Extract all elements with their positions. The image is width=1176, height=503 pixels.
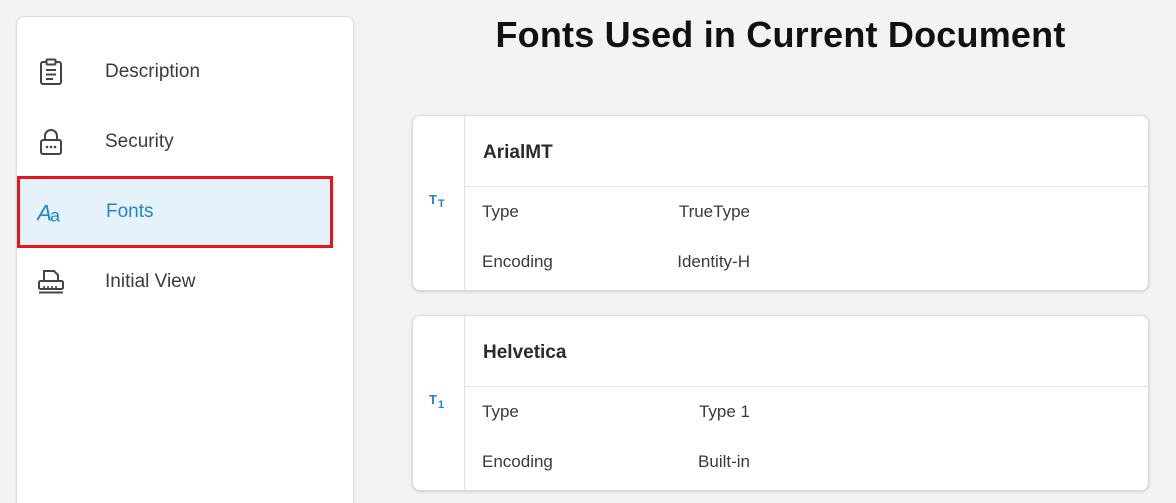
printer-icon [37, 268, 65, 296]
font-encoding-value: Built-in [698, 452, 750, 471]
truetype-icon: T T [427, 191, 451, 216]
sidebar-item-label: Description [105, 61, 201, 82]
font-card-arialmt: T T ArialMT Type TrueType Encoding Ident… [412, 115, 1149, 291]
svg-text:T: T [429, 192, 437, 207]
svg-text:T: T [429, 392, 437, 407]
card-gutter: T T [413, 116, 465, 290]
clipboard-icon [37, 58, 65, 86]
svg-text:1: 1 [438, 399, 444, 411]
svg-text:a: a [50, 205, 60, 225]
font-name: Helvetica [483, 342, 567, 363]
lock-icon [37, 128, 65, 156]
page-title: Fonts Used in Current Document [495, 14, 1066, 55]
font-type-value: Type 1 [698, 402, 750, 421]
sidebar-item-fonts[interactable]: A a Fonts [17, 176, 333, 248]
font-encoding-label: Encoding [482, 252, 553, 271]
font-encoding-label: Encoding [482, 452, 553, 471]
sidebar-item-description[interactable]: Description [17, 37, 333, 107]
sidebar-item-security[interactable]: Security [17, 107, 333, 177]
font-encoding-value: Identity-H [677, 252, 750, 271]
divider [465, 186, 1148, 187]
divider [465, 386, 1148, 387]
font-type-label: Type [482, 402, 519, 421]
card-gutter: T 1 [413, 316, 465, 490]
sidebar-item-label: Security [105, 131, 174, 152]
sidebar-item-label: Fonts [106, 201, 154, 222]
sidebar-item-label: Initial View [105, 271, 196, 292]
sidebar-item-initial-view[interactable]: Initial View [17, 247, 333, 317]
font-card-helvetica: T 1 Helvetica Type Type 1 Encoding Built… [412, 315, 1149, 491]
font-type-label: Type [482, 202, 519, 221]
font-type-value: TrueType [678, 202, 750, 221]
type1-icon: T 1 [427, 391, 451, 416]
svg-text:T: T [438, 198, 445, 210]
font-icon: A a [37, 198, 65, 226]
font-name: ArialMT [483, 142, 553, 163]
sidebar: Description Security A a Fonts Initial V… [16, 16, 354, 503]
